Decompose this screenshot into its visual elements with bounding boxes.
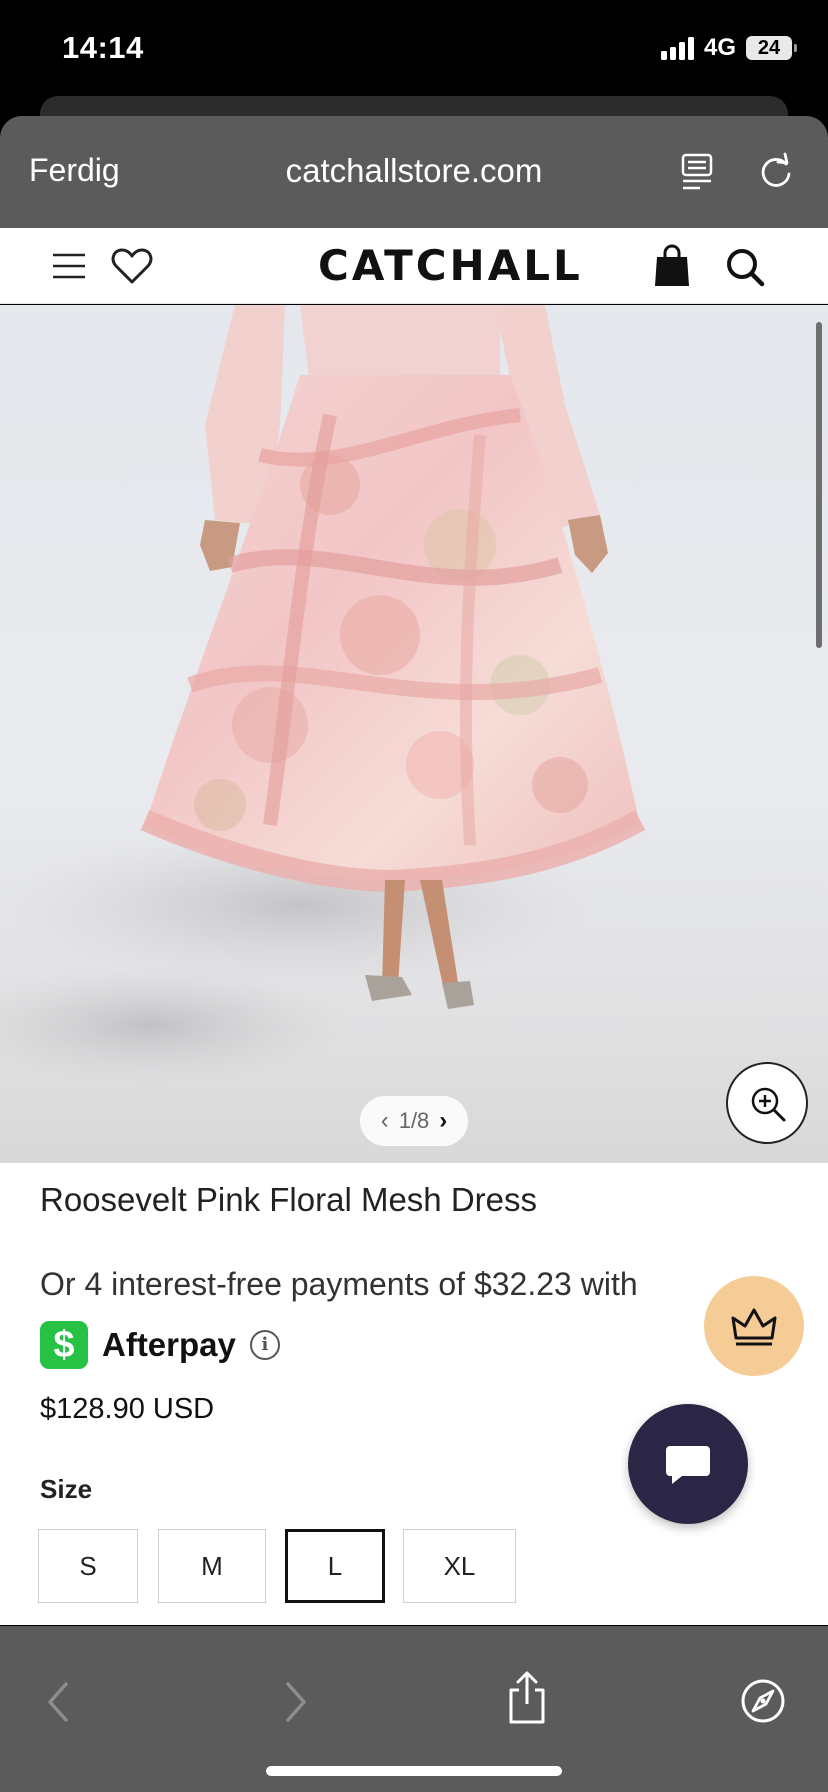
size-label: Size (40, 1474, 93, 1504)
battery-icon: 24 (746, 36, 797, 60)
rewards-button[interactable] (704, 1276, 804, 1376)
scroll-indicator[interactable] (816, 322, 822, 648)
reader-icon[interactable] (678, 152, 716, 192)
network-type: 4G (703, 34, 736, 61)
browser-bar: Ferdig catchallstore.com (0, 116, 828, 228)
size-option-l[interactable]: L (285, 1529, 385, 1603)
search-icon[interactable] (724, 246, 766, 288)
home-indicator (266, 1766, 562, 1776)
battery-level: 24 (757, 37, 781, 59)
product-price: $128.90 USD (40, 1393, 215, 1425)
afterpay-label: Afterpay (102, 1326, 236, 1363)
crown-icon (731, 1308, 777, 1346)
size-option-xl[interactable]: XL (403, 1529, 516, 1603)
heart-icon[interactable] (110, 246, 154, 286)
size-option-m[interactable]: M (158, 1529, 266, 1603)
zoom-in-icon (751, 1087, 786, 1122)
chat-button[interactable] (628, 1404, 748, 1524)
cash-app-icon: $ (40, 1321, 88, 1369)
product-title: Roosevelt Pink Floral Mesh Dress (40, 1181, 537, 1218)
reload-icon[interactable] (756, 152, 796, 192)
product-info: Roosevelt Pink Floral Mesh Dress Or 4 in… (0, 1163, 828, 1625)
status-indicators: 4G 24 (660, 34, 797, 62)
afterpay-row[interactable]: $ Afterpay i (40, 1321, 280, 1369)
share-icon[interactable] (505, 1670, 549, 1726)
next-image-icon[interactable]: › (439, 1107, 447, 1135)
store-logo[interactable]: CATCHALL (318, 241, 583, 290)
status-time: 14:14 (62, 30, 144, 65)
chat-icon (666, 1446, 710, 1484)
dress-photo (0, 305, 646, 1085)
installments-text: Or 4 interest-free payments of $32.23 wi… (40, 1266, 638, 1302)
menu-icon[interactable] (51, 250, 87, 282)
zoom-button[interactable] (726, 1062, 808, 1144)
gallery-pager-count: 1/8 (398, 1108, 430, 1133)
forward-icon[interactable] (282, 1680, 310, 1724)
back-icon[interactable] (44, 1680, 72, 1724)
signal-icon (660, 36, 694, 60)
compass-icon[interactable] (740, 1678, 786, 1724)
product-image[interactable]: ‹ 1/8 › (0, 305, 828, 1163)
bag-icon[interactable] (652, 244, 692, 288)
gallery-pager[interactable]: ‹ 1/8 › (360, 1096, 468, 1146)
info-icon[interactable]: i (249, 1330, 280, 1360)
size-option-s[interactable]: S (38, 1529, 138, 1603)
store-header: CATCHALL (0, 228, 828, 304)
previous-image-icon[interactable]: ‹ (381, 1107, 389, 1135)
status-bar: 14:14 4G 24 (0, 0, 828, 100)
browser-toolbar (0, 1626, 828, 1792)
